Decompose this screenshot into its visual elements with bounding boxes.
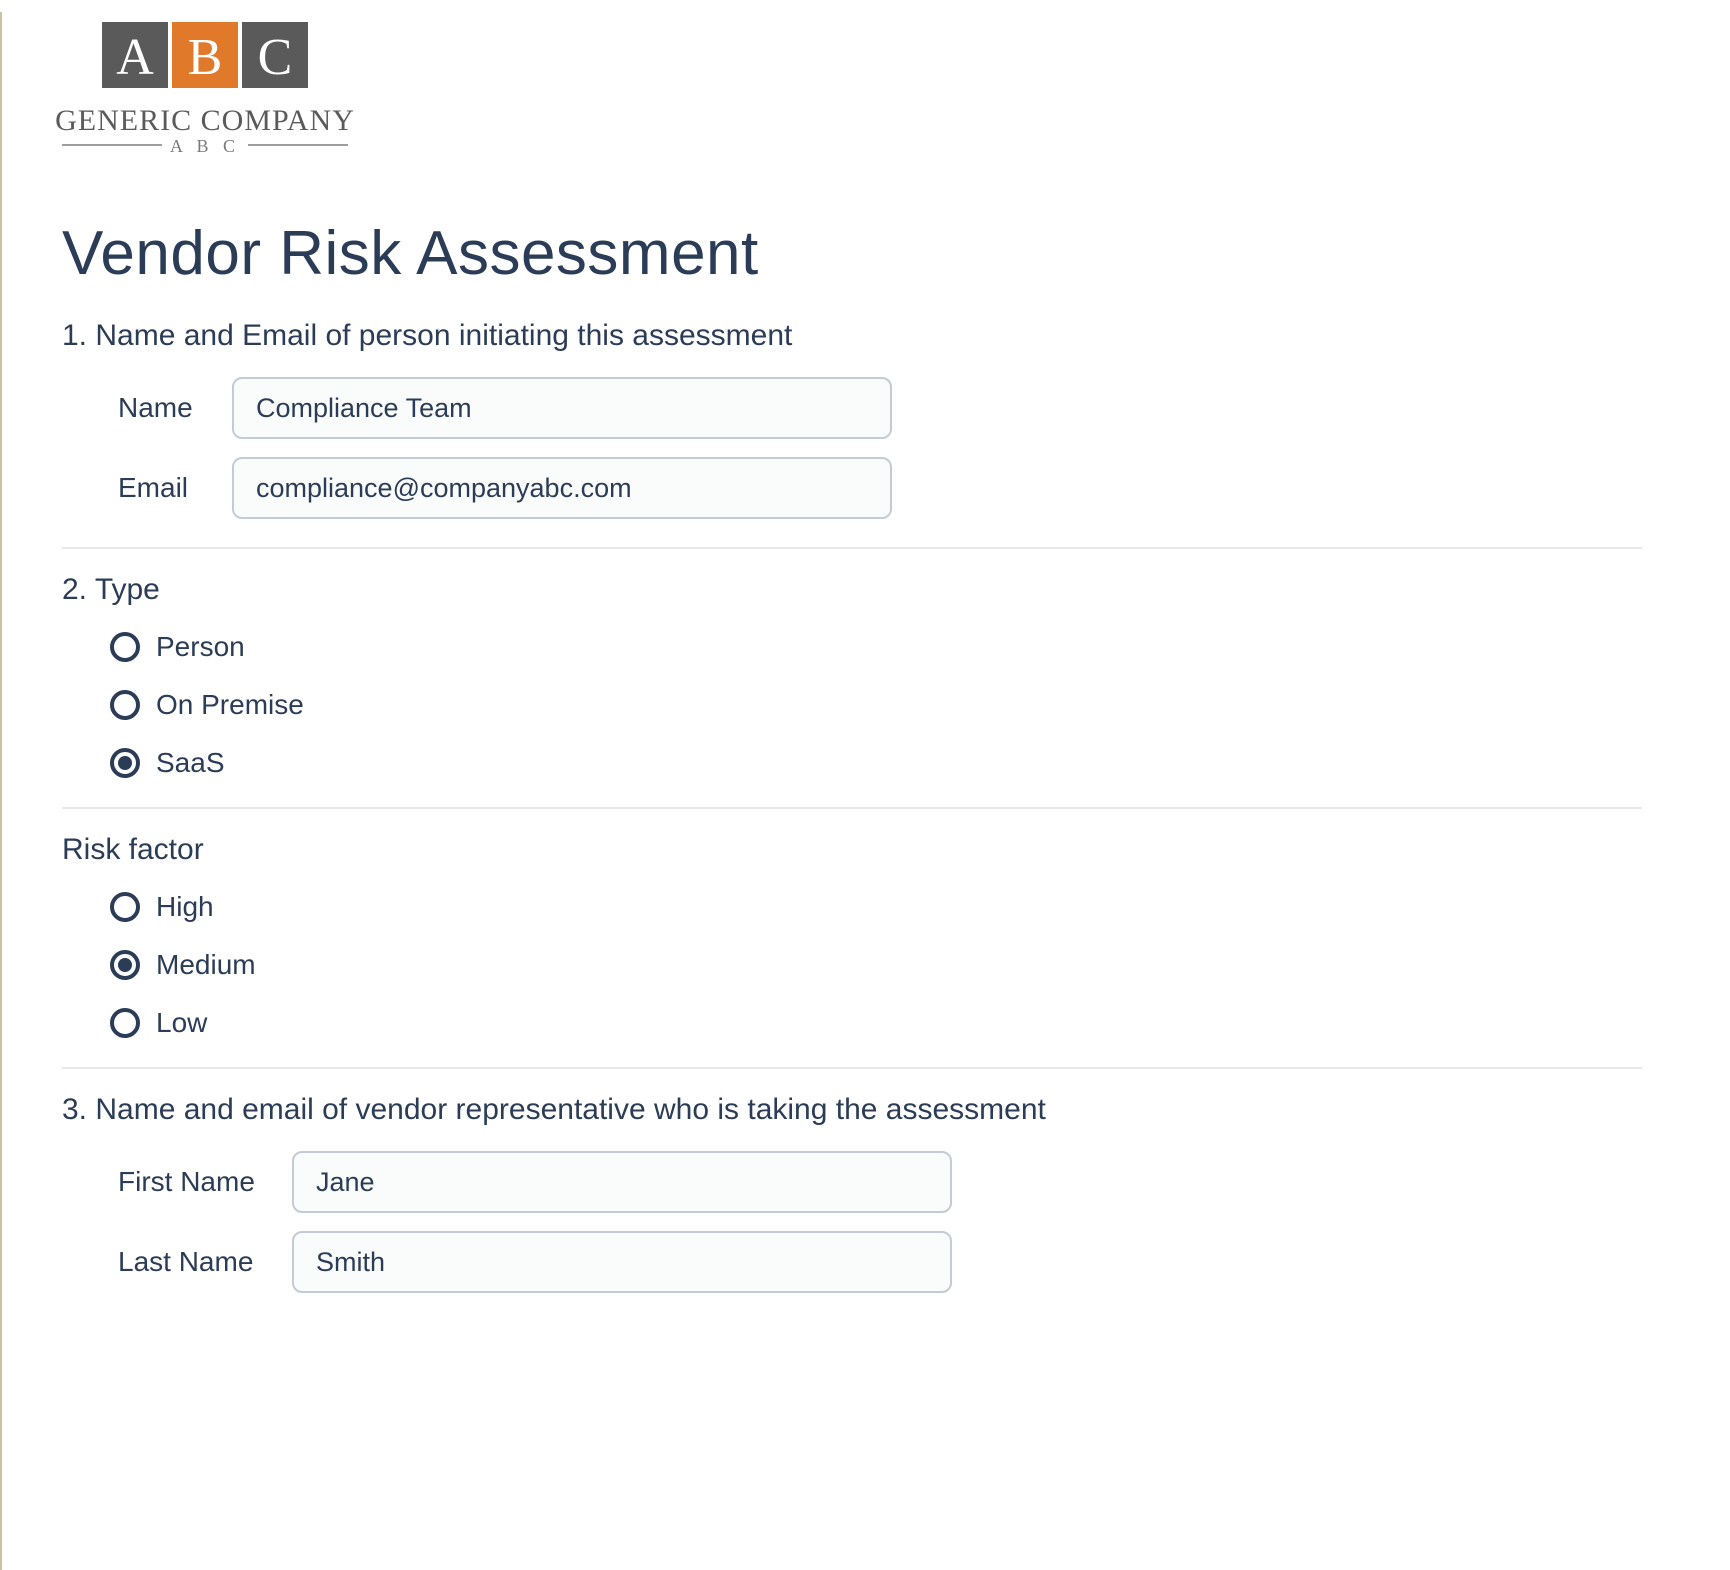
risk-radio-list: High Medium Low xyxy=(110,891,1642,1039)
q1-email-label: Email xyxy=(118,472,208,504)
divider xyxy=(62,547,1642,549)
section-q2: 2. Type Person On Premise SaaS xyxy=(62,573,1642,809)
radio-label: SaaS xyxy=(156,747,225,779)
q3-first-name-input[interactable] xyxy=(292,1151,952,1213)
section-q3: 3. Name and email of vendor representati… xyxy=(62,1093,1642,1293)
logo-letter-b: B xyxy=(188,29,223,86)
logo-subtext: A B C xyxy=(170,136,240,156)
q1-email-input[interactable] xyxy=(232,457,892,519)
radio-icon xyxy=(110,1008,140,1038)
risk-label: Risk factor xyxy=(62,833,1642,867)
radio-icon xyxy=(110,892,140,922)
q3-last-name-input[interactable] xyxy=(292,1231,952,1293)
q1-name-input[interactable] xyxy=(232,377,892,439)
q2-options-option-2[interactable]: SaaS xyxy=(110,747,1642,779)
divider xyxy=(62,1067,1642,1069)
radio-label: Person xyxy=(156,631,245,663)
q3-last-name-label: Last Name xyxy=(118,1246,268,1278)
radio-icon xyxy=(110,950,140,980)
q2-options-option-0[interactable]: Person xyxy=(110,631,1642,663)
radio-icon xyxy=(110,690,140,720)
logo-company-name: GENERIC COMPANY xyxy=(55,104,355,137)
page-title: Vendor Risk Assessment xyxy=(62,218,1642,289)
section-risk: Risk factor High Medium Low xyxy=(62,833,1642,1069)
radio-label: On Premise xyxy=(156,689,304,721)
radio-label: Medium xyxy=(156,949,256,981)
q2-radio-list: Person On Premise SaaS xyxy=(110,631,1642,779)
q3-label: 3. Name and email of vendor representati… xyxy=(62,1093,1642,1127)
logo-letter-a: A xyxy=(116,29,154,86)
company-logo: A B C GENERIC COMPANY A B C xyxy=(32,12,1730,182)
q1-name-label: Name xyxy=(118,392,208,424)
q3-first-name-label: First Name xyxy=(118,1166,268,1198)
radio-icon xyxy=(110,748,140,778)
logo-letter-c: C xyxy=(258,29,293,86)
risk-options-option-2[interactable]: Low xyxy=(110,1007,1642,1039)
radio-label: High xyxy=(156,891,214,923)
risk-options-option-0[interactable]: High xyxy=(110,891,1642,923)
divider xyxy=(62,807,1642,809)
q2-label: 2. Type xyxy=(62,573,1642,607)
risk-options-option-1[interactable]: Medium xyxy=(110,949,1642,981)
radio-label: Low xyxy=(156,1007,207,1039)
q1-label: 1. Name and Email of person initiating t… xyxy=(62,319,1642,353)
section-q1: 1. Name and Email of person initiating t… xyxy=(62,319,1642,549)
q2-options-option-1[interactable]: On Premise xyxy=(110,689,1642,721)
radio-icon xyxy=(110,632,140,662)
